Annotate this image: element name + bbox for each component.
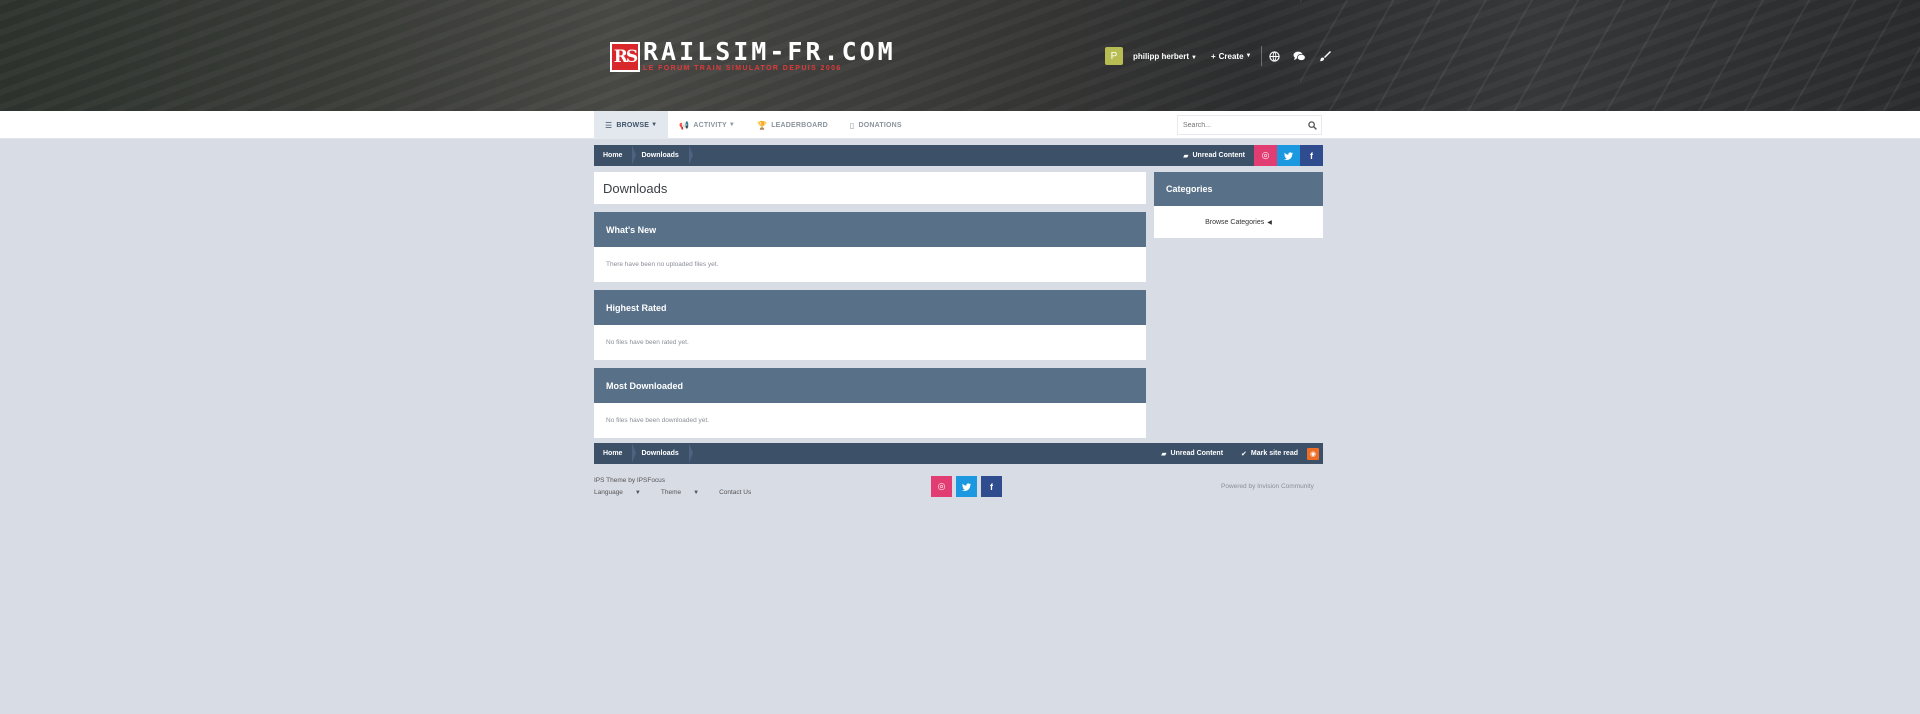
widget-title: Most Downloaded [594, 368, 1146, 403]
nav-item-activity[interactable]: 📢 ACTIVITY ▼ [668, 111, 746, 139]
powered-by-link[interactable]: Powered by Invision Community [1221, 483, 1314, 490]
breadcrumb-top: Home Downloads ▰ Unread Content ◎ f [594, 145, 1323, 166]
main-navigation: ☰ BROWSE ▼ 📢 ACTIVITY ▼ 🏆 LEADERBOARD ▯ DONATI… [0, 111, 1920, 139]
user-menu[interactable]: philipp herbert ▼ [1133, 52, 1197, 61]
user-name: philipp herbert [1133, 51, 1189, 61]
caret-down-icon: ▼ [728, 122, 736, 128]
caret-down-icon: ▼ [693, 490, 700, 496]
folder-icon: ▰ [1183, 152, 1189, 160]
breadcrumb-downloads[interactable]: Downloads [632, 443, 694, 464]
facebook-icon[interactable]: f [1300, 145, 1323, 166]
theme-menu[interactable]: Theme ▼ [661, 489, 709, 496]
mark-site-read-link[interactable]: ✔ Mark site read [1232, 450, 1307, 458]
breadcrumb-home[interactable]: Home [594, 443, 637, 464]
widget-highest-rated: Highest Rated No files have been rated y… [594, 290, 1146, 360]
facebook-icon[interactable]: f [981, 476, 1002, 497]
search-box [1177, 115, 1322, 135]
rss-icon[interactable]: ◉ [1307, 447, 1319, 460]
create-button[interactable]: + Create ▼ [1211, 46, 1263, 66]
theme-credit[interactable]: IPS Theme by IPSFocus [594, 477, 761, 484]
header-background-rails [1300, 0, 1920, 111]
site-logo[interactable]: RS RAILSIM-FR.COM LE FORUM TRAIN SIMULAT… [610, 37, 896, 73]
nav-items: ☰ BROWSE ▼ 📢 ACTIVITY ▼ 🏆 LEADERBOARD ▯ DONATI… [594, 111, 913, 139]
list-icon: ☰ [605, 120, 613, 130]
avatar[interactable]: P [1105, 47, 1123, 65]
caret-down-icon: ▼ [651, 122, 658, 128]
browse-categories-link[interactable]: Browse Categories ◀ [1154, 206, 1323, 238]
caret-left-icon: ◀ [1267, 219, 1272, 226]
nav-item-donations[interactable]: ▯ DONATIONS [839, 111, 913, 139]
page-title: Downloads [603, 180, 668, 196]
unread-content-link[interactable]: ▰ Unread Content [1152, 450, 1232, 458]
caret-down-icon: ▼ [1245, 53, 1252, 59]
search-input[interactable] [1178, 121, 1298, 129]
folder-icon: ▰ [1161, 450, 1167, 458]
nav-item-leaderboard[interactable]: 🏆 LEADERBOARD [746, 111, 839, 139]
caret-down-icon: ▼ [634, 490, 641, 496]
widget-title: Highest Rated [594, 290, 1146, 325]
widget-most-downloaded: Most Downloaded No files have been downl… [594, 368, 1146, 438]
sidebar-categories: Categories Browse Categories ◀ [1154, 172, 1323, 238]
sidebar-title: Categories [1154, 172, 1323, 206]
logo-badge: RS [610, 41, 640, 72]
document-icon: ▯ [849, 120, 855, 130]
site-header: RS RAILSIM-FR.COM LE FORUM TRAIN SIMULAT… [0, 0, 1920, 111]
plus-icon: + [1210, 51, 1216, 61]
brush-icon[interactable] [1312, 46, 1337, 66]
instagram-icon[interactable]: ◎ [1254, 145, 1277, 166]
unread-content-link[interactable]: ▰ Unread Content [1174, 152, 1254, 160]
contact-us-link[interactable]: Contact Us [719, 489, 751, 496]
logo-title: RAILSIM-FR.COM [643, 37, 896, 66]
caret-down-icon: ▼ [1191, 54, 1197, 61]
widget-message: No files have been rated yet. [606, 339, 689, 346]
breadcrumb-bottom: Home Downloads ▰ Unread Content ✔ Mark sit… [594, 443, 1323, 464]
breadcrumb-downloads[interactable]: Downloads [632, 145, 694, 166]
nav-item-browse[interactable]: ☰ BROWSE ▼ [594, 111, 669, 139]
chat-icon[interactable] [1287, 46, 1312, 66]
create-label: Create [1218, 51, 1244, 61]
twitter-icon[interactable] [1277, 145, 1300, 166]
widget-message: No files have been downloaded yet. [606, 417, 709, 424]
check-icon: ✔ [1241, 450, 1247, 458]
widget-message: There have been no uploaded files yet. [606, 261, 719, 268]
user-area: P philipp herbert ▼ + Create ▼ [1105, 46, 1337, 66]
twitter-icon[interactable] [956, 476, 977, 497]
page-title-box: Downloads [594, 172, 1146, 204]
breadcrumb-home[interactable]: Home [594, 145, 637, 166]
globe-icon[interactable] [1262, 46, 1287, 66]
footer-left: IPS Theme by IPSFocus Language ▼ Theme ▼ C… [594, 477, 761, 496]
widget-title: What's New [594, 212, 1146, 247]
trophy-icon: 🏆 [757, 120, 768, 130]
language-menu[interactable]: Language ▼ [594, 489, 651, 496]
widget-whats-new: What's New There have been no uploaded f… [594, 212, 1146, 282]
search-icon[interactable] [1303, 120, 1321, 130]
footer-social: ◎ f [931, 476, 1006, 497]
instagram-icon[interactable]: ◎ [931, 476, 952, 497]
megaphone-icon: 📢 [679, 120, 690, 130]
